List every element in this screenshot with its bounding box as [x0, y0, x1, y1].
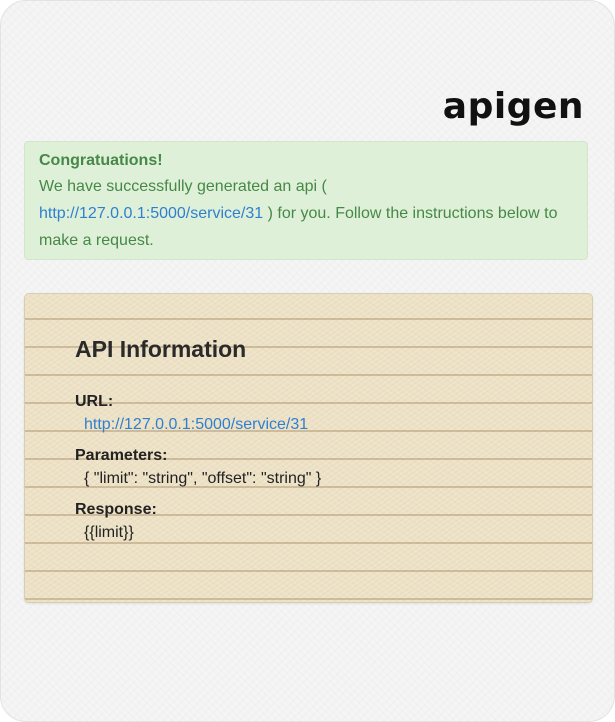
response-label: Response:: [75, 501, 157, 518]
parameters-label: Parameters:: [75, 447, 168, 464]
alert-title: Congratuations!: [39, 152, 163, 169]
page-frame: apigen Congratuations! We have successfu…: [0, 0, 615, 722]
alert-text-before-link: We have successfully generated an api (: [39, 178, 327, 195]
url-label: URL:: [75, 393, 114, 410]
alert-api-link[interactable]: http://127.0.0.1:5000/service/31: [39, 205, 263, 222]
url-value: http://127.0.0.1:5000/service/31: [75, 412, 572, 438]
success-alert: Congratuations! We have successfully gen…: [24, 141, 588, 260]
parameters-value: { "limit": "string", "offset": "string" …: [84, 470, 322, 487]
apigen-logo: apigen: [442, 86, 584, 127]
response-value: {{limit}}: [84, 524, 134, 541]
api-information-card: API Information URL: http://127.0.0.1:50…: [24, 293, 593, 603]
api-information-content: API Information URL: http://127.0.0.1:50…: [75, 334, 572, 554]
api-url-link[interactable]: http://127.0.0.1:5000/service/31: [84, 416, 308, 433]
api-information-title: API Information: [75, 336, 247, 362]
